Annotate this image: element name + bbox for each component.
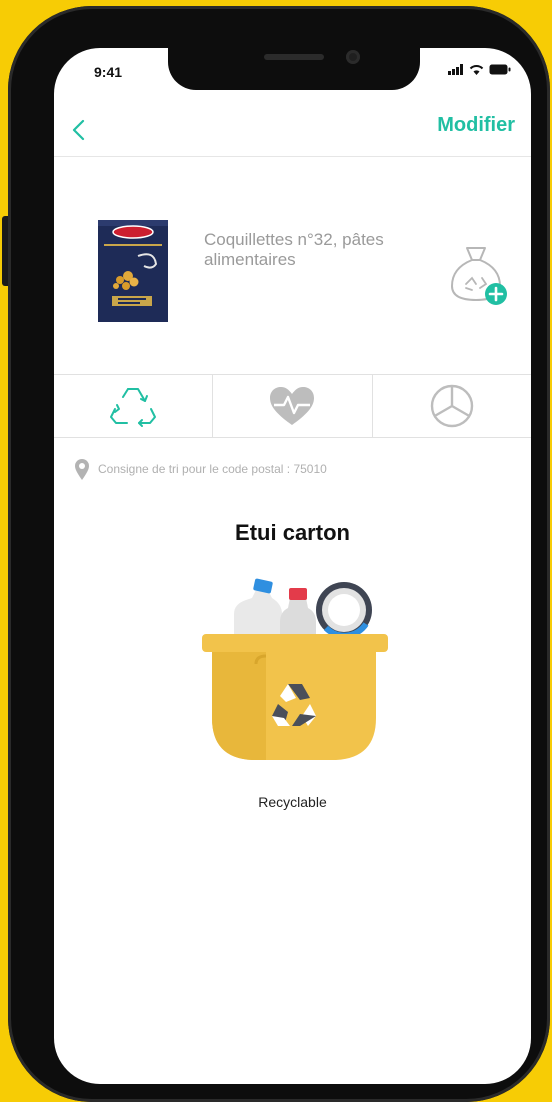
phone-screen: 9:41 Modifier Coquillettes n°32, pâtes a… — [54, 48, 531, 1084]
postal-instruction: Consigne de tri pour le code postal : 75… — [98, 462, 327, 476]
status-time: 9:41 — [94, 64, 123, 80]
tab-bar — [54, 374, 531, 438]
recyclability-status: Recyclable — [258, 794, 327, 810]
add-to-bag-icon[interactable] — [442, 242, 512, 312]
tab-health[interactable] — [212, 375, 371, 437]
location-pin-icon — [75, 459, 89, 480]
status-icons — [448, 64, 511, 75]
tab-brand[interactable] — [371, 375, 531, 437]
product-name: Coquillettes n°32, pâtes alimentaires — [204, 230, 384, 269]
back-chevron-icon[interactable] — [66, 116, 94, 144]
nav-bar: Modifier — [54, 106, 531, 157]
recycling-bin-illustration — [202, 578, 388, 760]
speaker-grille — [264, 54, 324, 60]
battery-icon — [489, 64, 511, 75]
tab-recycling[interactable] — [54, 375, 212, 437]
phone-frame: 9:41 Modifier Coquillettes n°32, pâtes a… — [2, 6, 550, 1102]
item-title: Etui carton — [235, 520, 350, 545]
edit-button[interactable]: Modifier — [437, 114, 515, 137]
recycle-icon — [110, 388, 157, 427]
postal-code-info: Consigne de tri pour le code postal : 75… — [74, 458, 327, 480]
heart-pulse-icon — [270, 387, 315, 425]
wifi-icon — [469, 65, 484, 75]
phone-notch — [168, 48, 420, 90]
product-image — [98, 220, 168, 322]
product-header: Coquillettes n°32, pâtes alimentaires — [54, 198, 531, 368]
mercedes-logo-icon — [430, 384, 474, 428]
signal-icon — [448, 64, 463, 75]
front-camera — [346, 50, 360, 64]
